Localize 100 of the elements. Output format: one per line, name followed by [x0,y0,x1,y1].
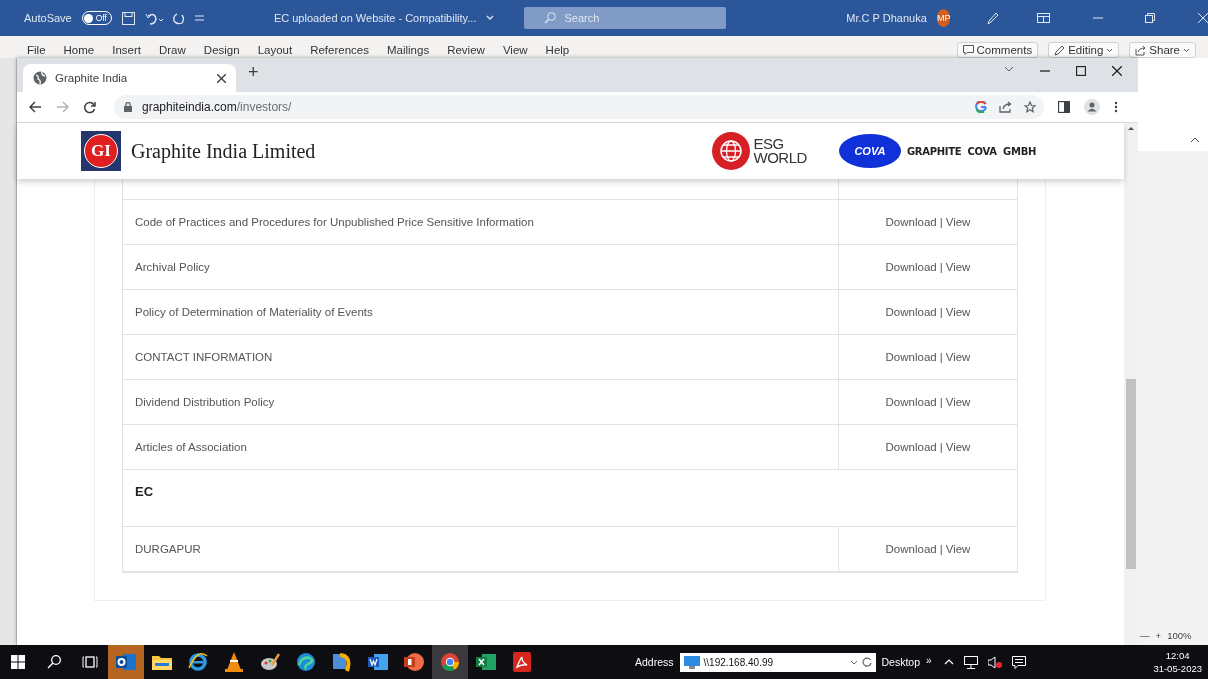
google-g-icon[interactable] [975,101,987,113]
download-link[interactable]: Download [885,306,937,318]
document-title: CONTACT INFORMATION [135,351,273,363]
browser-e-icon[interactable] [188,652,208,672]
address-field[interactable]: \\192.168.40.99 [679,652,876,672]
star-icon[interactable] [1024,101,1036,113]
traffic-cone-icon[interactable] [225,652,243,672]
browser-tab[interactable]: Graphite India [23,64,236,92]
scrollbar[interactable] [1124,123,1139,645]
link-separator: | [939,543,943,555]
download-link[interactable]: Download [885,441,937,453]
ribbon-display-icon[interactable] [1036,13,1050,23]
restore-icon[interactable] [1145,13,1156,23]
comments-button[interactable]: Comments [956,42,1039,58]
view-link[interactable]: View [945,396,971,408]
ribbon-tab[interactable]: Home [56,44,106,58]
download-link[interactable]: Download [885,543,937,555]
close-icon[interactable] [217,73,226,83]
view-link[interactable]: View [945,441,971,453]
ribbon-tab[interactable]: References [303,44,380,58]
undo-icon[interactable] [144,11,163,25]
wave-circle-icon[interactable] [296,652,316,672]
document-title: DURGAPUR [135,543,201,555]
caret-icon [1106,47,1114,53]
side-panel-icon[interactable] [1058,101,1070,113]
esg-logo-text: ESG [753,137,785,151]
globe-icon[interactable] [711,132,750,170]
chevron-down-icon[interactable] [849,659,858,665]
pdf-app-icon[interactable] [513,652,531,672]
partner-name: GRAPHITE COVA GMBH [906,145,1037,157]
back-arrow-icon[interactable] [29,101,42,113]
customize-toolbar-icon[interactable] [194,14,204,22]
word-app-icon[interactable] [368,653,388,671]
maximize-icon[interactable] [1076,66,1087,76]
link-separator: | [939,216,943,228]
view-link[interactable]: View [945,543,971,555]
company-logo[interactable]: GI [81,131,121,171]
search-icon [544,12,557,24]
ribbon-tab[interactable]: Mailings [380,44,441,58]
folder-icon[interactable] [152,654,172,670]
presentation-app-icon[interactable] [404,652,424,672]
user-name[interactable]: Mr.C P Dhanuka [846,12,927,24]
speaker-muted-icon[interactable] [987,655,1002,669]
clock[interactable]: 12:04 31-05-2023 [1153,649,1208,675]
notification-icon[interactable] [1011,655,1026,669]
zoom-level[interactable]: 100% [1167,630,1192,641]
view-link[interactable]: View [945,306,971,318]
share-button[interactable]: Share [1129,42,1196,58]
collapse-ribbon-icon[interactable] [1190,137,1200,143]
save-icon[interactable] [121,11,135,25]
download-link[interactable]: Download [885,351,937,363]
ribbon-tab[interactable]: Review [440,44,496,58]
computer-icon [683,655,700,669]
taskbar-app[interactable] [108,645,144,679]
spreadsheet-app-icon[interactable] [476,653,496,671]
ribbon-tab[interactable]: Help [538,44,581,58]
caret-icon[interactable] [486,15,495,21]
chevron-down-icon[interactable] [1004,66,1015,73]
share-icon[interactable] [999,101,1012,113]
reload-icon[interactable] [83,100,96,114]
new-tab-button[interactable]: + [236,62,271,88]
pen-icon [1054,44,1066,56]
chevron-up-icon[interactable] [943,659,954,665]
ribbon-tab[interactable]: Design [196,44,251,58]
ribbon-tab[interactable]: Layout [250,44,304,58]
refresh-icon[interactable] [861,657,872,667]
link-separator: | [939,351,943,363]
network-icon[interactable] [963,655,978,669]
redo-icon[interactable] [172,11,185,25]
download-link[interactable]: Download [885,261,937,273]
zoom-in-button[interactable]: + [1155,630,1162,641]
document-title[interactable]: EC uploaded on Website - Compatibility... [273,12,477,24]
profile-icon[interactable] [1084,99,1100,115]
ribbon-tab[interactable]: File [20,44,57,58]
scrollbar-thumb[interactable] [1126,379,1137,569]
zoom-out-button[interactable]: — [1140,630,1150,641]
link-separator: | [939,261,943,273]
share-icon [1135,44,1147,56]
search-icon [47,655,61,669]
view-link[interactable]: View [945,351,971,363]
menu-icon[interactable] [1114,101,1118,113]
ribbon-tab[interactable]: View [495,44,539,58]
palette-icon[interactable] [260,653,280,671]
view-link[interactable]: View [945,216,971,228]
download-link[interactable]: Download [885,396,937,408]
download-link[interactable]: Download [885,216,937,228]
editing-button[interactable]: Editing [1048,42,1120,58]
partner-logo[interactable]: COVA [838,134,901,168]
ribbon-tab[interactable]: Draw [152,44,197,58]
user-avatar[interactable]: MP [936,9,951,27]
more-button[interactable]: » [926,654,932,666]
pen-icon[interactable] [985,11,999,25]
address-bar[interactable]: graphiteindia.com/investors/ [114,95,1044,119]
mail-app-icon[interactable] [116,653,136,671]
view-link[interactable]: View [945,261,971,273]
desktop-toolbar-label[interactable]: Desktop [881,656,921,668]
chrome-browser-icon[interactable] [440,652,460,672]
ribbon-tab[interactable]: Insert [105,44,152,58]
close-icon[interactable] [1112,66,1123,76]
taskbar-app[interactable] [432,645,468,679]
